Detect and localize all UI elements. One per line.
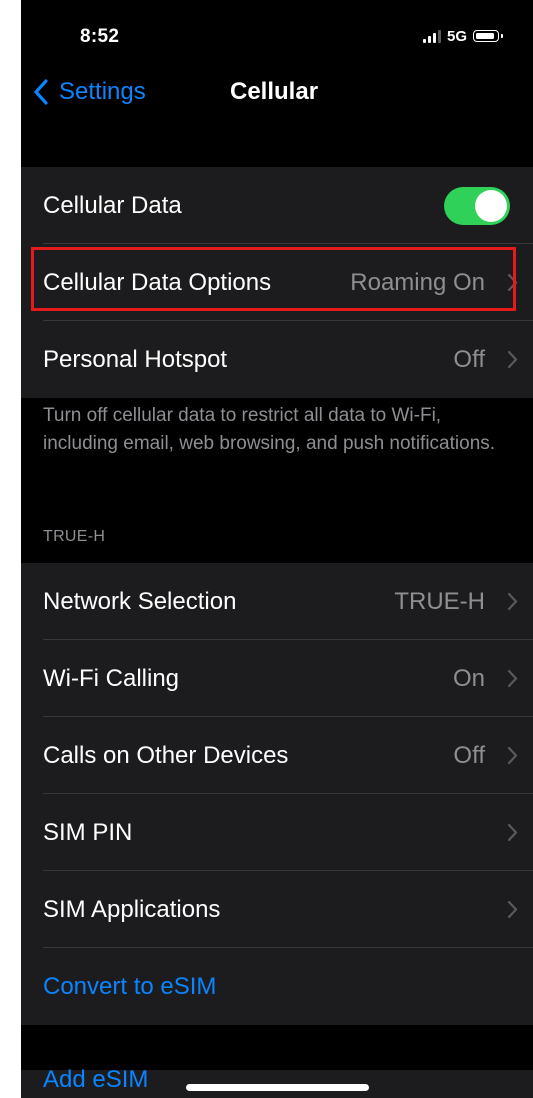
network-type: 5G	[446, 27, 467, 45]
sim-applications-row[interactable]: SIM Applications	[21, 871, 533, 948]
cellular-data-options-row[interactable]: Cellular Data Options Roaming On	[21, 244, 533, 321]
chevron-right-icon	[507, 669, 518, 688]
calls-on-other-devices-label: Calls on Other Devices	[43, 741, 289, 769]
convert-to-esim-link[interactable]: Convert to eSIM	[43, 973, 216, 1001]
network-selection-value: TRUE-H	[394, 587, 485, 615]
carrier-group: Network Selection TRUE-H Wi-Fi Calling O…	[21, 563, 533, 1025]
back-button-label: Settings	[59, 78, 146, 105]
calls-on-other-devices-value: Off	[453, 741, 485, 769]
page-title: Cellular	[230, 78, 319, 105]
section-header-carrier: TRUE-H	[43, 528, 106, 545]
battery-icon	[473, 30, 503, 42]
cellular-data-group: Cellular Data Cellular Data Options Roam…	[21, 167, 533, 398]
sim-pin-row[interactable]: SIM PIN	[21, 794, 533, 871]
chevron-right-icon	[507, 900, 518, 919]
wifi-calling-value: On	[452, 664, 485, 692]
chevron-right-icon	[507, 592, 518, 611]
cellular-data-options-label: Cellular Data Options	[43, 268, 272, 296]
status-icons: 5G	[422, 27, 503, 45]
back-button[interactable]: Settings	[33, 72, 146, 112]
personal-hotspot-row[interactable]: Personal Hotspot Off	[21, 321, 533, 398]
convert-to-esim-row[interactable]: Convert to eSIM	[21, 948, 533, 1025]
status-time: 8:52	[80, 26, 120, 47]
personal-hotspot-label: Personal Hotspot	[43, 345, 228, 373]
cellular-data-label: Cellular Data	[43, 191, 182, 219]
cellular-data-row: Cellular Data	[21, 167, 533, 244]
network-selection-row[interactable]: Network Selection TRUE-H	[21, 563, 533, 640]
cellular-settings-screen: 8:52 5G Settings Cellular Cellular Data …	[21, 0, 533, 1098]
home-indicator	[186, 1084, 369, 1091]
navigation-bar: Settings Cellular	[21, 72, 533, 112]
signal-strength-icon	[422, 29, 441, 43]
cellular-data-options-value: Roaming On	[350, 268, 485, 296]
chevron-right-icon	[507, 823, 518, 842]
chevron-right-icon	[507, 350, 518, 369]
add-esim-link[interactable]: Add eSIM	[43, 1066, 148, 1094]
sim-applications-label: SIM Applications	[43, 895, 221, 923]
chevron-right-icon	[507, 746, 518, 765]
chevron-right-icon	[507, 273, 518, 292]
wifi-calling-label: Wi-Fi Calling	[43, 664, 180, 692]
calls-on-other-devices-row[interactable]: Calls on Other Devices Off	[21, 717, 533, 794]
network-selection-label: Network Selection	[43, 587, 237, 615]
personal-hotspot-value: Off	[453, 345, 485, 373]
cellular-data-footer-text: Turn off cellular data to restrict all d…	[43, 405, 496, 454]
chevron-left-icon	[34, 79, 48, 105]
sim-pin-label: SIM PIN	[43, 818, 133, 846]
cellular-data-toggle[interactable]	[444, 187, 510, 225]
wifi-calling-row[interactable]: Wi-Fi Calling On	[21, 640, 533, 717]
